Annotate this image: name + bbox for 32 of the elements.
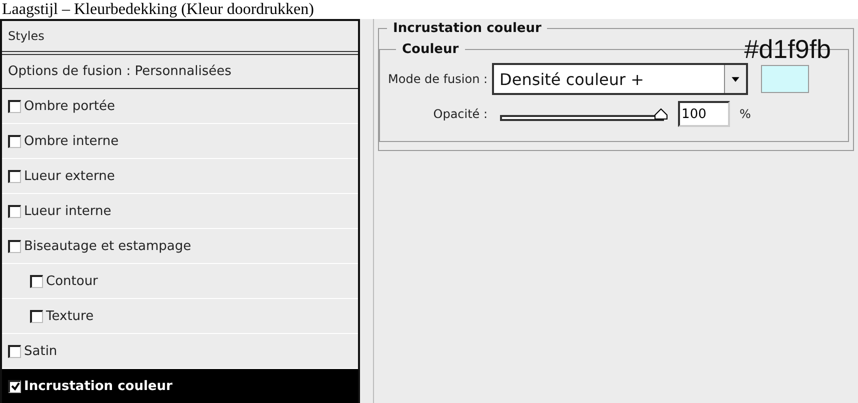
checkbox[interactable] xyxy=(30,274,43,288)
layer-style-item[interactable]: Incrustation couleur xyxy=(2,369,358,403)
percent-unit: % xyxy=(740,107,751,121)
item-label: Lueur externe xyxy=(24,168,115,184)
item-label: Ombre interne xyxy=(24,134,119,148)
blend-mode-label: Mode de fusion : xyxy=(388,72,488,86)
item-label: Satin xyxy=(24,344,58,358)
blend-mode-dropdown[interactable]: Densité couleur + xyxy=(492,63,748,95)
checkbox[interactable] xyxy=(8,240,21,252)
checkbox[interactable] xyxy=(8,344,21,358)
color-swatch[interactable] xyxy=(760,65,809,93)
opacity-label: Opacité : xyxy=(433,107,488,121)
group-title: Couleur xyxy=(401,42,460,57)
dropdown-caret-icon xyxy=(724,65,746,93)
checkbox[interactable] xyxy=(8,100,21,112)
checkbox[interactable] xyxy=(8,170,21,182)
group-title: Incrustation couleur xyxy=(392,21,542,36)
opacity-input[interactable]: 100 xyxy=(678,101,730,127)
item-label: Contour xyxy=(46,274,98,288)
checkbox[interactable] xyxy=(8,134,21,148)
styles-header[interactable]: Styles xyxy=(2,21,358,55)
item-label: Ombre portée xyxy=(24,98,115,114)
color-code: #d1f9fb xyxy=(744,34,831,65)
item-label: Biseautage et estampage xyxy=(24,238,192,254)
item-label: Texture xyxy=(46,308,94,324)
caption: Laagstijl – Kleurbedekking (Kleur doordrukken) xyxy=(1,0,315,19)
item-label: Incrustation couleur xyxy=(24,378,172,394)
item-label: Lueur interne xyxy=(24,204,112,218)
checkbox[interactable] xyxy=(8,204,21,218)
checkbox[interactable] xyxy=(8,380,21,392)
slider-thumb[interactable] xyxy=(654,108,668,120)
checkbox[interactable] xyxy=(30,310,43,322)
